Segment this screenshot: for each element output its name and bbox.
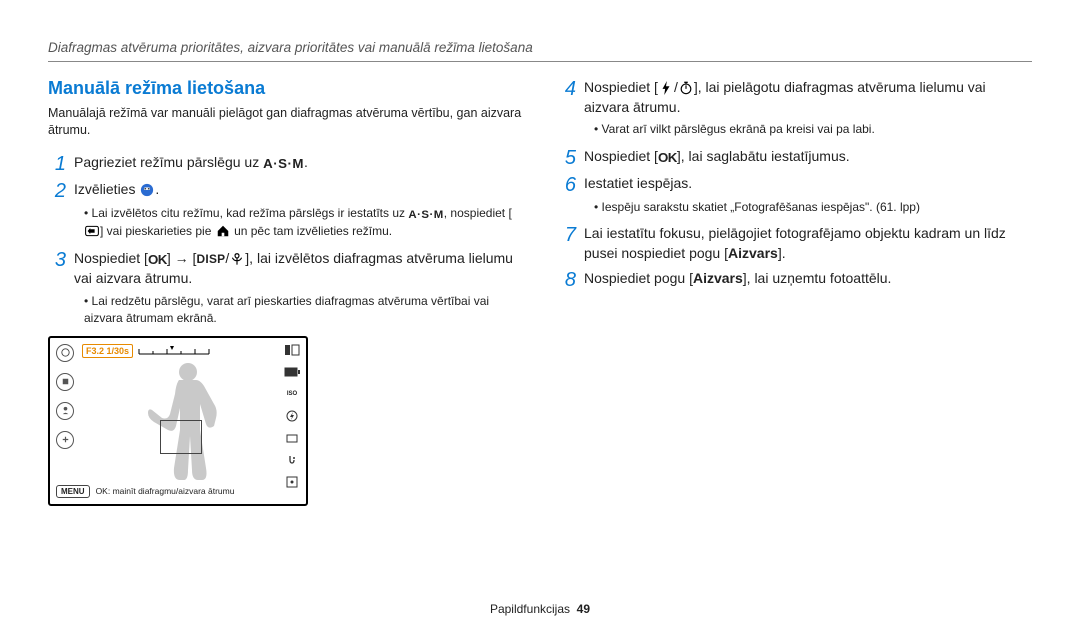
- bullet-text-b: , nospiediet [: [444, 206, 512, 220]
- step-number: 2: [48, 181, 66, 201]
- step-text-b: ], lai saglabātu iestatījumus.: [677, 148, 850, 164]
- step-number: 3: [48, 250, 66, 270]
- asm-glyph: A·S·M: [408, 207, 443, 224]
- shutter-key-label: Aizvars: [693, 270, 743, 286]
- step-text-end: .: [155, 181, 159, 197]
- bullet-item: Iespēju sarakstu skatiet „Fotografēšanas…: [594, 199, 1032, 216]
- bullet-item: Lai izvēlētos citu režīmu, kad režīma pā…: [84, 205, 522, 241]
- lcd-round-icon: [56, 373, 74, 391]
- step-text: Izvēlieties: [74, 181, 139, 197]
- step-text-a: Nospiediet [: [584, 79, 658, 95]
- lcd-bottom-bar: MENU OK: mainīt diafragmu/aizvara ātrumu: [56, 485, 234, 498]
- step-3-bullets: Lai redzētu pārslēgu, varat arī pieskart…: [48, 293, 522, 328]
- step-body: Iestatiet iespējas.: [584, 174, 1032, 194]
- footer-label: Papildfunkcijas: [490, 602, 570, 616]
- right-column: 4 Nospiediet [/], lai pielāgotu diafragm…: [558, 78, 1032, 506]
- lcd-left-icons: [56, 344, 74, 449]
- step-4-bullets: Varat arī vilkt pārslēgus ekrānā pa krei…: [558, 121, 1032, 138]
- ok-glyph: OK: [658, 149, 677, 168]
- step-8: 8 Nospiediet pogu [Aizvars], lai uzņemtu…: [558, 269, 1032, 290]
- battery-icon: [284, 366, 300, 378]
- back-icon-svg: [85, 224, 99, 238]
- macro-icon-svg: [230, 252, 244, 266]
- step-text: Pagrieziet režīmu pārslēgu uz: [74, 154, 263, 170]
- lcd-round-icon: [56, 431, 74, 449]
- step-text-b: ].: [778, 245, 786, 261]
- step-1: 1 Pagrieziet režīmu pārslēgu uz A·S·M.: [48, 153, 522, 174]
- step-body: Pagrieziet režīmu pārslēgu uz A·S·M.: [74, 153, 522, 174]
- step-number: 5: [558, 148, 576, 168]
- lcd-mode-icon: [56, 344, 74, 362]
- step-number: 4: [558, 79, 576, 99]
- left-column: Manuālā režīma lietošana Manuālajā režīm…: [48, 78, 522, 506]
- ev-scale: [137, 346, 211, 356]
- stabilizer-icon: [284, 454, 300, 466]
- step-text-b: ], lai uzņemtu fotoattēlu.: [743, 270, 892, 286]
- step-text-a: Nospiediet [: [74, 250, 148, 266]
- af-area-icon: [284, 476, 300, 488]
- intro-paragraph: Manuālajā režīmā var manuāli pielāgot ga…: [48, 105, 522, 139]
- running-header: Diafragmas atvēruma prioritātes, aizvara…: [48, 40, 1032, 55]
- section-title: Manuālā režīma lietošana: [48, 78, 522, 99]
- camera-lcd-preview: F3.2 1/30s: [48, 336, 308, 506]
- lcd-right-icons: ISO: [284, 344, 300, 488]
- bullet-item: Lai redzētu pārslēgu, varat arī pieskart…: [84, 293, 522, 328]
- step-body: Lai iestatītu fokusu, pielāgojiet fotogr…: [584, 224, 1032, 263]
- af-focus-box: [160, 420, 202, 454]
- lcd-caption: OK: mainīt diafragmu/aizvara ātrumu: [96, 486, 235, 496]
- step-number: 8: [558, 270, 576, 290]
- macro-icon: [229, 251, 245, 267]
- ok-glyph: OK: [148, 251, 167, 270]
- step-6: 6 Iestatiet iespējas.: [558, 174, 1032, 195]
- step-number: 7: [558, 225, 576, 245]
- step-3: 3 Nospiediet [OK] → [DISP/], lai izvēlēt…: [48, 249, 522, 289]
- lcd-round-icon: [56, 402, 74, 420]
- step-2-bullets: Lai izvēlētos citu režīmu, kad režīma pā…: [48, 205, 522, 241]
- bullet-text-c: ] vai pieskarieties pie: [100, 224, 215, 238]
- step-text-b: ] → [: [167, 250, 197, 266]
- timer-icon: [678, 80, 694, 96]
- step-6-bullets: Iespēju sarakstu skatiet „Fotografēšanas…: [558, 199, 1032, 216]
- step-number: 1: [48, 154, 66, 174]
- back-icon: [84, 223, 100, 239]
- lcd-top-bar: F3.2 1/30s: [82, 344, 211, 358]
- home-icon-svg: [216, 224, 230, 238]
- aperture-shutter-readout: F3.2 1/30s: [82, 344, 133, 358]
- step-text-a: Lai iestatītu fokusu, pielāgojiet fotogr…: [584, 225, 1006, 261]
- step-number: 6: [558, 175, 576, 195]
- drive-icon: [284, 432, 300, 444]
- header-rule: [48, 61, 1032, 62]
- disp-glyph: DISP: [196, 251, 225, 268]
- mask-icon-svg: [140, 183, 154, 197]
- asm-glyph: A·S·M: [263, 155, 304, 174]
- step-body: Nospiediet [/], lai pielāgotu diafragmas…: [584, 78, 1032, 117]
- bullet-text-a: Lai izvēlētos citu režīmu, kad režīma pā…: [92, 206, 409, 220]
- page-footer: Papildfunkcijas 49: [0, 602, 1080, 616]
- step-body: Nospiediet pogu [Aizvars], lai uzņemtu f…: [584, 269, 1032, 289]
- counter-icon: [284, 344, 300, 356]
- bullet-item: Varat arī vilkt pārslēgus ekrānā pa krei…: [594, 121, 1032, 138]
- shutter-key-label: Aizvars: [728, 245, 778, 261]
- flash-status-icon: [284, 410, 300, 422]
- step-body: Nospiediet [OK] → [DISP/], lai izvēlētos…: [74, 249, 522, 289]
- step-text-a: Nospiediet pogu [: [584, 270, 693, 286]
- page-number: 49: [577, 602, 590, 616]
- flash-icon: [658, 80, 674, 96]
- mode-mask-icon: [139, 182, 155, 198]
- step-5: 5 Nospiediet [OK], lai saglabātu iestatī…: [558, 147, 1032, 168]
- home-icon: [215, 223, 231, 239]
- menu-softkey: MENU: [56, 485, 90, 498]
- bullet-text-d: un pēc tam izvēlieties režīmu.: [231, 224, 392, 238]
- step-text-a: Nospiediet [: [584, 148, 658, 164]
- step-text-end: .: [304, 154, 308, 170]
- step-body: Izvēlieties .: [74, 180, 522, 200]
- manual-page: Diafragmas atvēruma prioritātes, aizvara…: [0, 0, 1080, 506]
- step-2: 2 Izvēlieties .: [48, 180, 522, 201]
- iso-icon: ISO: [284, 388, 300, 400]
- step-body: Nospiediet [OK], lai saglabātu iestatīju…: [584, 147, 1032, 168]
- step-7: 7 Lai iestatītu fokusu, pielāgojiet foto…: [558, 224, 1032, 263]
- two-column-layout: Manuālā režīma lietošana Manuālajā režīm…: [48, 78, 1032, 506]
- step-4: 4 Nospiediet [/], lai pielāgotu diafragm…: [558, 78, 1032, 117]
